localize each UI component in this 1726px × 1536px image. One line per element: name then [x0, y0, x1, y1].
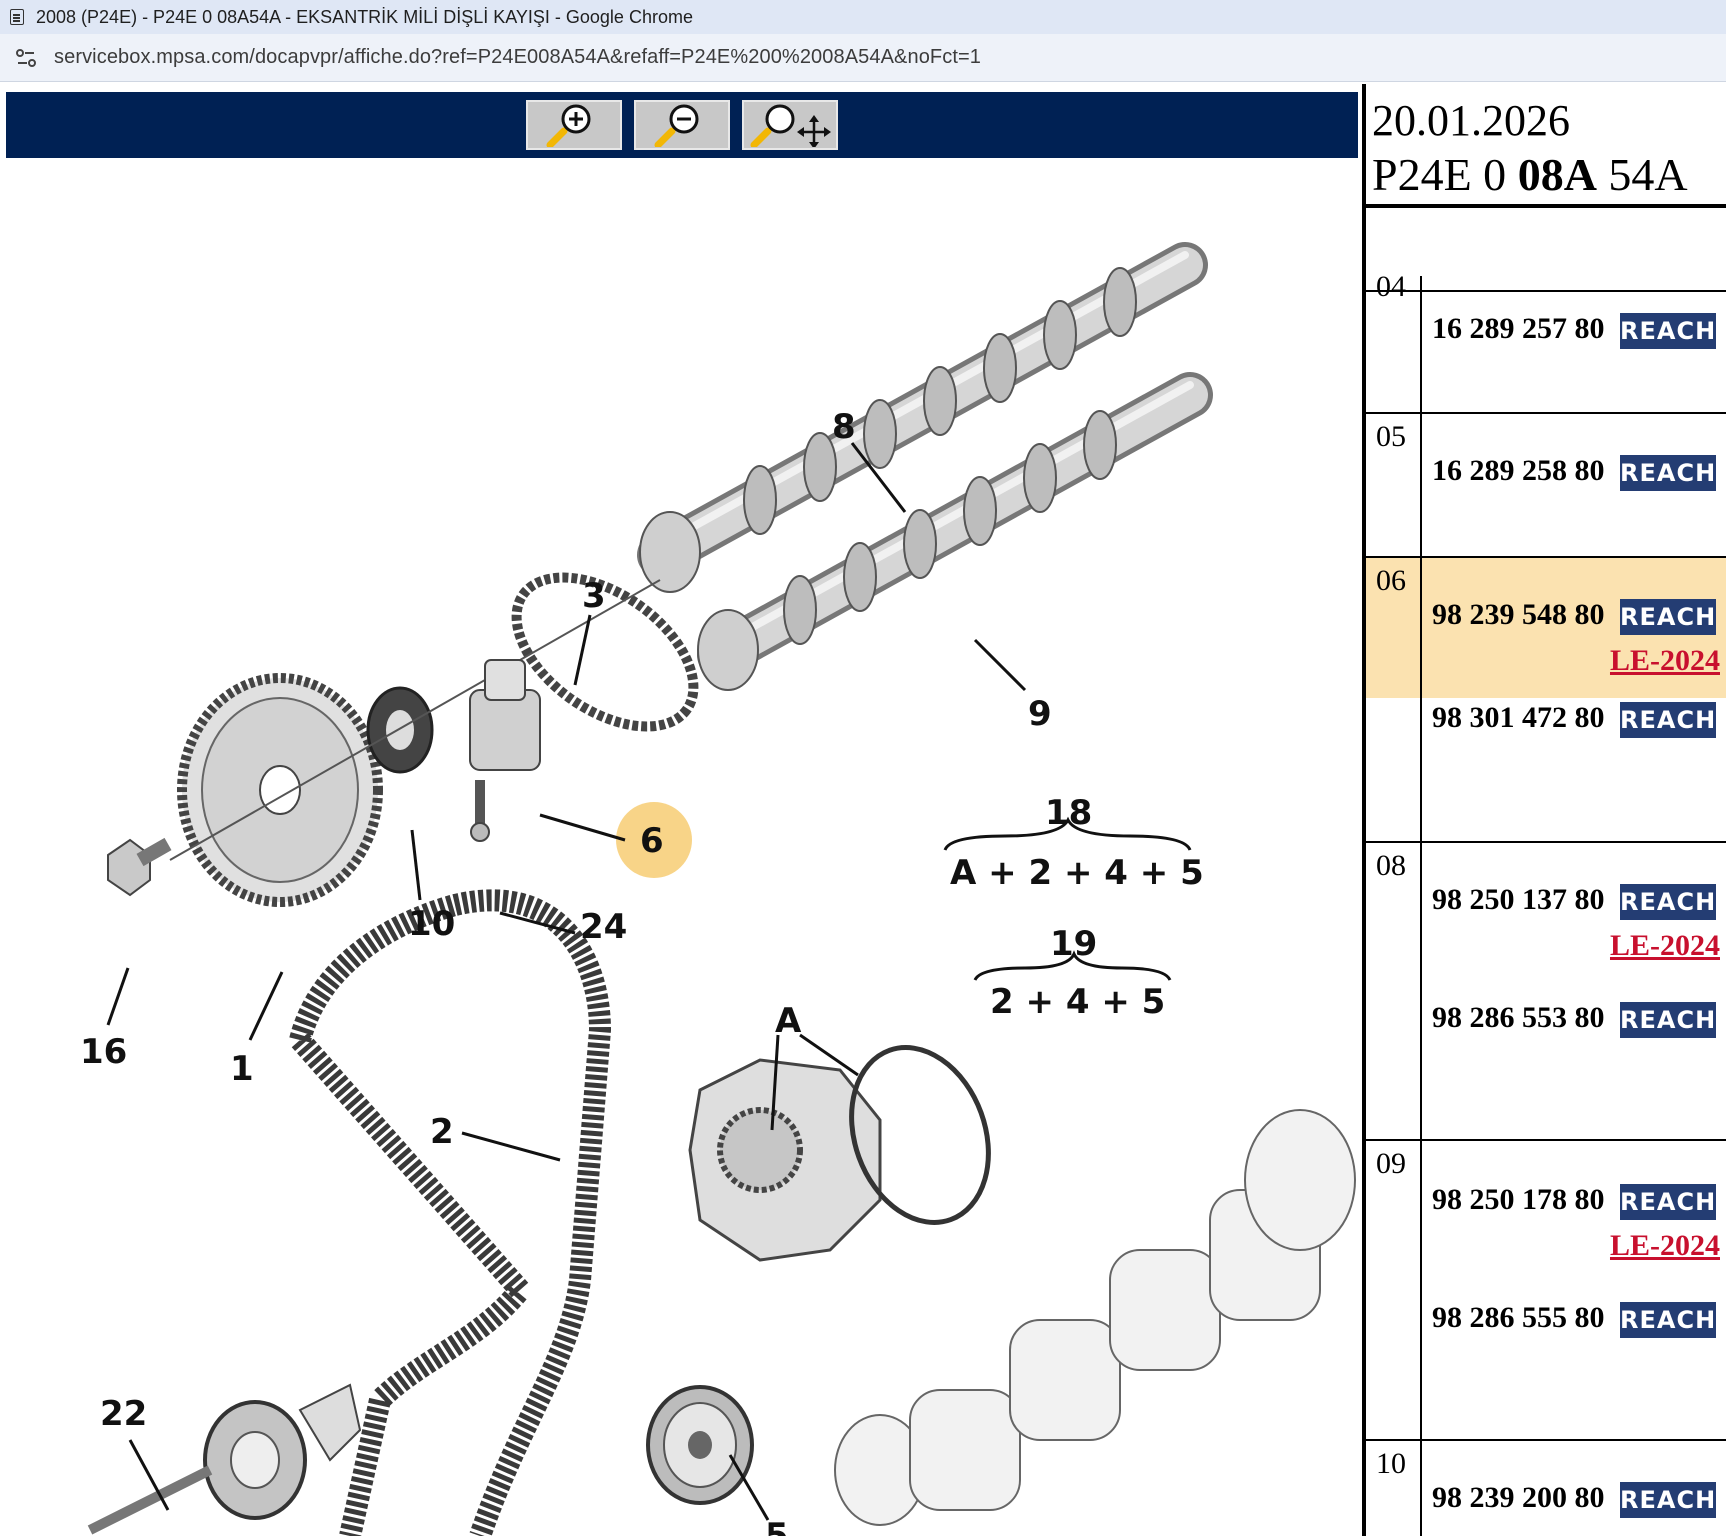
site-info-icon[interactable] — [12, 44, 40, 72]
callout-6[interactable]: 6 — [640, 821, 664, 861]
formula-18-number: 18 — [1045, 793, 1092, 833]
part-number[interactable]: 98 239 548 80 — [1432, 598, 1605, 632]
reach-badge[interactable]: REACH — [1620, 1002, 1716, 1038]
callout-10[interactable]: 10 — [408, 904, 455, 944]
table-row[interactable]: 09 98 250 178 80 REACH LE-2024 98 286 55… — [1366, 1141, 1726, 1441]
table-row[interactable]: 08 98 250 137 80 REACH LE-2024 98 286 55… — [1366, 843, 1726, 1141]
document-reference: P24E 0 08A 54A — [1372, 149, 1688, 200]
page-icon — [10, 9, 24, 25]
reach-badge[interactable]: REACH — [1620, 884, 1716, 920]
callout-22[interactable]: 22 — [100, 1394, 147, 1434]
row-number: 05 — [1376, 420, 1406, 453]
zoom-toolbar — [6, 92, 1358, 158]
idler-pulley — [646, 1385, 754, 1505]
part-number[interactable]: 98 286 553 80 — [1432, 1001, 1605, 1035]
formula-19-brace — [973, 950, 1172, 981]
le-2024-link[interactable]: LE-2024 — [1610, 929, 1720, 963]
camshaft-sprocket — [177, 673, 383, 907]
reach-badge[interactable]: REACH — [1620, 455, 1716, 491]
window-titlebar: 2008 (P24E) - P24E 0 08A54A - EKSANTRİK … — [0, 0, 1726, 34]
callout-8[interactable]: 8 — [832, 407, 856, 447]
callout-a[interactable]: A — [775, 1001, 802, 1041]
zoom-out-button[interactable] — [634, 100, 730, 150]
reach-badge[interactable]: REACH — [1620, 1302, 1716, 1338]
window-title: 2008 (P24E) - P24E 0 08A54A - EKSANTRİK … — [36, 6, 693, 27]
callout-9[interactable]: 9 — [1028, 694, 1052, 734]
part-number[interactable]: 98 250 137 80 — [1432, 883, 1605, 917]
part-number[interactable]: 98 301 472 80 — [1432, 701, 1605, 735]
row-number: 09 — [1376, 1147, 1406, 1180]
part-number[interactable]: 98 239 200 80 — [1432, 1481, 1605, 1515]
zoom-in-icon — [546, 104, 591, 147]
row-number: 06 — [1376, 564, 1406, 597]
document-date: 20.01.2026 — [1372, 96, 1570, 145]
callout-5[interactable]: 5 — [765, 1516, 789, 1536]
crankshaft — [834, 1109, 1356, 1526]
formula-18-expr: A + 2 + 4 + 5 — [950, 853, 1204, 893]
table-row-selected[interactable]: 06 98 239 548 80 REACH LE-2024 98 301 47… — [1366, 558, 1726, 843]
formula-19-expr: 2 + 4 + 5 — [990, 982, 1165, 1022]
part-number[interactable]: 98 250 178 80 — [1432, 1183, 1605, 1217]
formula-19-number: 19 — [1050, 924, 1097, 964]
part-number[interactable]: 98 286 555 80 — [1432, 1301, 1605, 1335]
chain-tensioner — [469, 659, 541, 842]
part-number[interactable]: 16 289 258 80 — [1432, 454, 1605, 488]
part-number[interactable]: 16 289 257 80 — [1432, 312, 1605, 346]
reach-badge[interactable]: REACH — [1620, 702, 1716, 738]
zoom-pan-icon — [750, 104, 831, 147]
callout-24[interactable]: 24 — [580, 907, 627, 947]
callout-1[interactable]: 1 — [230, 1049, 254, 1089]
callout-2[interactable]: 2 — [430, 1112, 454, 1152]
water-pump — [688, 1045, 991, 1262]
le-2024-link[interactable]: LE-2024 — [1610, 1229, 1720, 1263]
row-number: 10 — [1376, 1447, 1406, 1480]
callout-16[interactable]: 16 — [80, 1032, 127, 1072]
row-number: 08 — [1376, 849, 1406, 882]
table-row[interactable]: 05 16 289 258 80 REACH — [1366, 414, 1726, 558]
sprocket-bolt — [107, 837, 172, 897]
diagram-panel: 8 3 9 6 10 24 16 1 2 A 22 5 18 A + 2 + 4… — [0, 84, 1362, 1536]
pan-button[interactable] — [742, 100, 838, 150]
table-row[interactable]: 10 98 239 200 80 REACH — [1366, 1441, 1726, 1536]
reach-badge[interactable]: REACH — [1620, 1184, 1716, 1220]
row-number: 04 — [1376, 270, 1406, 303]
parts-panel: 20.01.2026 P24E 0 08A 54A 04 16 289 257 … — [1362, 84, 1726, 1536]
reach-badge[interactable]: REACH — [1620, 313, 1716, 349]
reach-badge[interactable]: REACH — [1620, 1482, 1716, 1518]
zoom-out-icon — [654, 104, 699, 147]
address-bar[interactable]: servicebox.mpsa.com/docapvpr/affiche.do?… — [0, 34, 1726, 82]
zoom-in-button[interactable] — [526, 100, 622, 150]
le-2024-link[interactable]: LE-2024 — [1610, 644, 1720, 678]
reach-badge[interactable]: REACH — [1620, 599, 1716, 635]
exploded-diagram: 8 3 9 6 10 24 16 1 2 A 22 5 18 A + 2 + 4… — [80, 242, 1356, 1536]
callout-3[interactable]: 3 — [582, 576, 606, 616]
table-row[interactable]: 04 16 289 257 80 REACH — [1366, 270, 1726, 414]
url-text[interactable]: servicebox.mpsa.com/docapvpr/affiche.do?… — [54, 46, 981, 69]
